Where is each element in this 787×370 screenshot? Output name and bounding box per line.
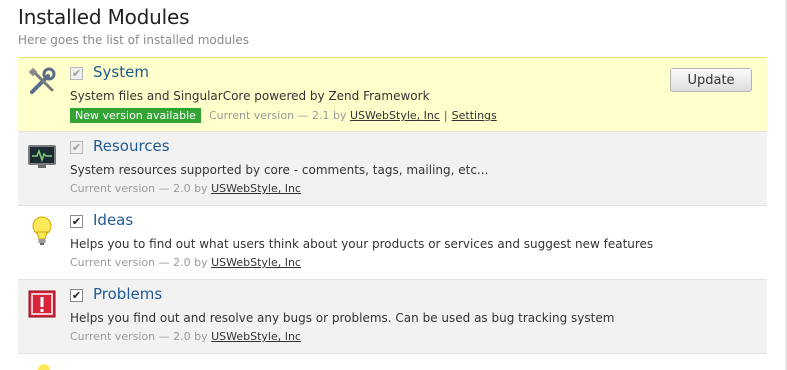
new-version-badge: New version available	[70, 108, 201, 123]
module-enabled-checkbox[interactable]: ✔	[70, 289, 83, 302]
module-description: Helps you find out and resolve any bugs …	[70, 311, 615, 325]
author-link[interactable]: USWebStyle, Inc	[211, 256, 301, 269]
module-enabled-checkbox[interactable]: ✔	[70, 215, 83, 228]
version-text: Current version — 2.0 by	[70, 182, 208, 195]
module-row-partial	[18, 353, 767, 370]
page-subtitle: Here goes the list of installed modules	[18, 33, 249, 47]
module-row-resources: ✔ Resources System resources supported b…	[18, 131, 767, 205]
monitor-icon	[26, 140, 58, 172]
version-text: Current version — 2.1 by	[208, 109, 347, 122]
module-meta: Current version — 2.0 by USWebStyle, Inc	[70, 330, 301, 343]
author-link[interactable]: USWebStyle, Inc	[211, 182, 301, 195]
module-name-link[interactable]: Ideas	[93, 211, 133, 229]
warning-icon	[26, 288, 58, 320]
module-name-link[interactable]: System	[93, 63, 149, 81]
module-enabled-checkbox[interactable]: ✔	[70, 67, 83, 80]
author-link[interactable]: USWebStyle, Inc	[350, 109, 440, 122]
module-meta: New version available Current version — 2…	[70, 108, 497, 123]
module-enabled-checkbox[interactable]: ✔	[70, 141, 83, 154]
author-link[interactable]: USWebStyle, Inc	[211, 330, 301, 343]
module-name-link[interactable]: Problems	[93, 285, 162, 303]
module-description: Helps you to find out what users think a…	[70, 237, 654, 251]
lightbulb-icon	[26, 214, 58, 246]
module-row-system: ✔ System System files and SingularCore p…	[18, 57, 767, 131]
settings-link[interactable]: Settings	[452, 109, 497, 122]
version-text: Current version — 2.0 by	[70, 256, 208, 269]
module-row-ideas: ✔ Ideas Helps you to find out what users…	[18, 205, 767, 279]
partial-icon	[38, 364, 50, 370]
module-row-problems: ✔ Problems Helps you find out and resolv…	[18, 279, 767, 353]
module-description: System files and SingularCore powered by…	[70, 89, 430, 103]
version-text: Current version — 2.0 by	[70, 330, 208, 343]
page-title: Installed Modules	[18, 5, 190, 29]
module-description: System resources supported by core - com…	[70, 163, 489, 177]
module-list: ✔ System System files and SingularCore p…	[18, 57, 767, 370]
module-meta: Current version — 2.0 by USWebStyle, Inc	[70, 182, 301, 195]
update-button[interactable]: Update	[670, 68, 752, 92]
meta-separator: |	[443, 109, 448, 122]
tools-icon	[26, 66, 58, 98]
module-meta: Current version — 2.0 by USWebStyle, Inc	[70, 256, 301, 269]
module-name-link[interactable]: Resources	[93, 137, 170, 155]
